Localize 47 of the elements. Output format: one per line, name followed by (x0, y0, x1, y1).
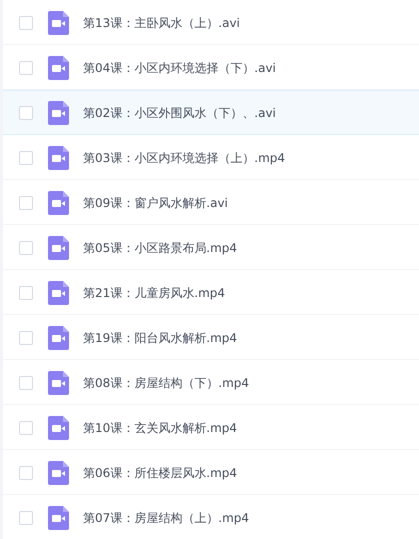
checkbox[interactable] (19, 286, 33, 300)
file-name: 第19课：阳台风水解析.mp4 (83, 330, 238, 346)
checkbox[interactable] (19, 510, 33, 524)
file-row[interactable]: 第08课：房屋结构（下）.mp4 (3, 360, 419, 405)
file-row[interactable]: 第13课：主卧风水（上）.avi (3, 0, 419, 45)
checkbox[interactable] (19, 420, 33, 434)
file-name: 第05课：小区路景布局.mp4 (83, 240, 238, 256)
video-file-icon (48, 236, 69, 260)
video-file-icon (48, 370, 69, 394)
video-file-icon (48, 146, 69, 170)
checkbox[interactable] (19, 330, 33, 344)
checkbox[interactable] (19, 376, 33, 390)
file-row[interactable]: 第09课：窗户风水解析.avi (3, 180, 419, 225)
video-file-icon (48, 56, 69, 80)
video-file-icon (48, 190, 69, 214)
video-file-icon (48, 280, 69, 304)
checkbox[interactable] (19, 60, 33, 74)
video-file-icon (48, 100, 69, 124)
video-file-icon (48, 506, 69, 530)
checkbox[interactable] (19, 466, 33, 480)
checkbox[interactable] (19, 240, 33, 254)
checkbox[interactable] (19, 16, 33, 30)
file-row[interactable]: 第21课：儿童房风水.mp4 (3, 270, 419, 315)
file-name: 第08课：房屋结构（下）.mp4 (83, 374, 250, 392)
checkbox[interactable] (19, 150, 33, 164)
file-row[interactable]: 第03课：小区内环境选择（上）.mp4 (3, 135, 419, 180)
file-row[interactable]: 第06课：所住楼层风水.mp4 (3, 450, 419, 495)
video-file-icon (48, 416, 69, 440)
file-row[interactable]: 第02课：小区外围风水（下）、.avi (3, 90, 419, 135)
file-name: 第07课：房屋结构（上）.mp4 (83, 510, 250, 526)
file-name: 第13课：主卧风水（上）.avi (83, 14, 240, 32)
file-name: 第04课：小区内环境选择（下）.avi (83, 60, 276, 76)
video-file-icon (48, 10, 69, 34)
video-file-icon (48, 326, 69, 350)
file-name: 第10课：玄关风水解析.mp4 (83, 420, 238, 436)
file-name: 第09课：窗户风水解析.avi (83, 194, 228, 212)
file-name: 第06课：所住楼层风水.mp4 (83, 464, 238, 482)
file-row[interactable]: 第05课：小区路景布局.mp4 (3, 225, 419, 270)
file-name: 第03课：小区内环境选择（上）.mp4 (83, 150, 286, 166)
checkbox[interactable] (19, 196, 33, 210)
file-name: 第02课：小区外围风水（下）、.avi (83, 104, 276, 122)
file-name: 第21课：儿童房风水.mp4 (83, 284, 226, 302)
file-row[interactable]: 第10课：玄关风水解析.mp4 (3, 405, 419, 450)
video-file-icon (48, 460, 69, 484)
file-row[interactable]: 第19课：阳台风水解析.mp4 (3, 315, 419, 360)
checkbox[interactable] (19, 106, 33, 120)
file-row[interactable]: 第07课：房屋结构（上）.mp4 (3, 495, 419, 539)
